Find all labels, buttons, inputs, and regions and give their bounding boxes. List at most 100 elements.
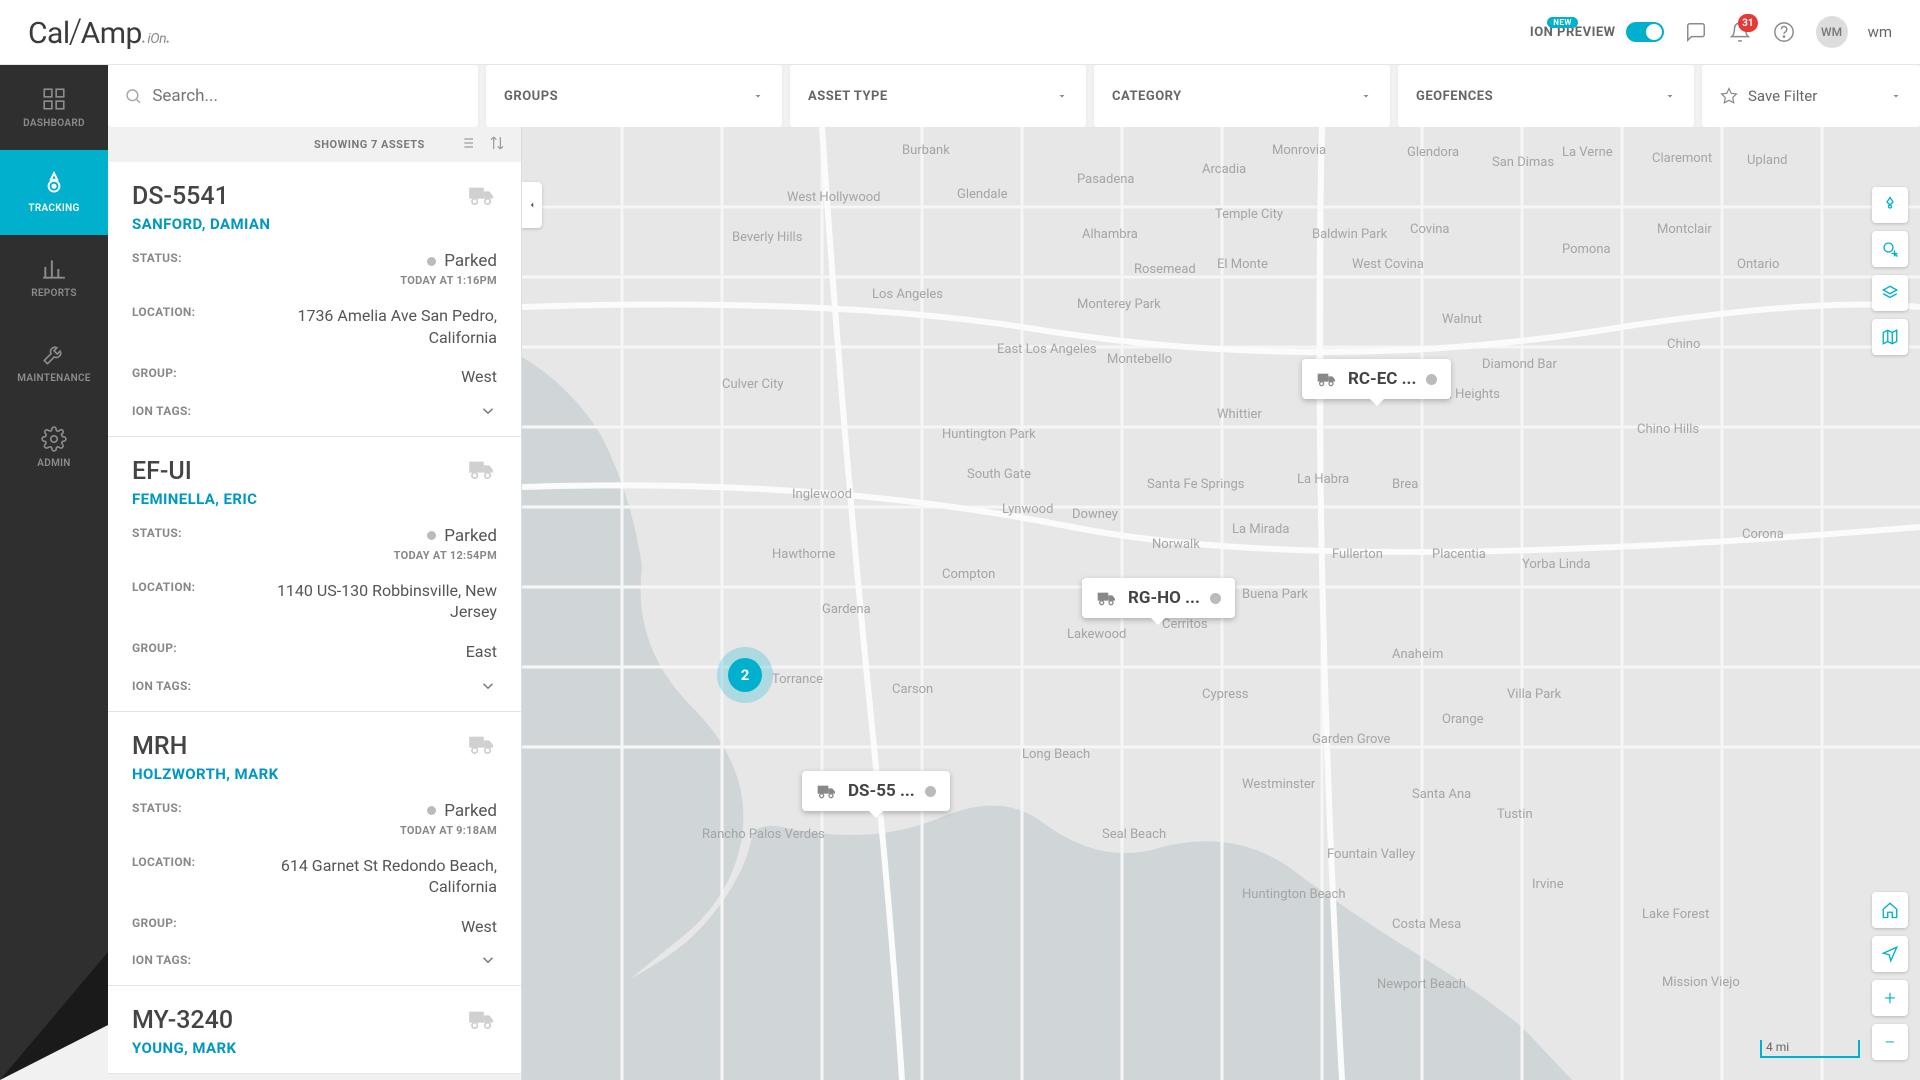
marker-label: DS-55 ...: [848, 781, 915, 801]
search-box[interactable]: [108, 65, 478, 127]
map-locate-button[interactable]: [1872, 936, 1908, 972]
asset-person: SANFORD, DAMIAN: [132, 215, 497, 233]
ion-tags-label: ION TAGS:: [132, 953, 191, 967]
asset-person: HOLZWORTH, MARK: [132, 765, 497, 783]
notif-count-badge: 31: [1738, 14, 1757, 32]
group-value: East: [232, 641, 497, 663]
map-marker[interactable]: RG-HO ...: [1082, 578, 1235, 618]
asset-card[interactable]: MRH HOLZWORTH, MARK STATUS: Parked TODAY…: [108, 712, 521, 987]
location-label: LOCATION:: [132, 305, 232, 319]
group-label: GROUP:: [132, 366, 232, 380]
ion-preview-toggle[interactable]: [1626, 22, 1664, 42]
asset-card[interactable]: MY-3240 YOUNG, MARK: [108, 986, 521, 1074]
marker-label: RC-EC ...: [1348, 369, 1416, 389]
group-label: GROUP:: [132, 641, 232, 655]
asset-person: FEMINELLA, ERIC: [132, 490, 497, 508]
status-label: STATUS:: [132, 526, 232, 540]
app-header: Cal/Amp●iOn● NEW ION PREVIEW 31 WM wm: [0, 0, 1920, 65]
asset-card[interactable]: EF-UI FEMINELLA, ERIC STATUS: Parked TOD…: [108, 437, 521, 712]
filter-bar: GROUPS ASSET TYPE CATEGORY GEOFENCES Sav…: [108, 65, 1920, 127]
filter-category-label: CATEGORY: [1112, 89, 1182, 104]
location-label: LOCATION:: [132, 580, 232, 594]
asset-id: EF-UI: [132, 457, 192, 486]
ion-tags-label: ION TAGS:: [132, 404, 191, 418]
sort-icon[interactable]: [489, 135, 505, 155]
save-filter[interactable]: Save Filter: [1702, 65, 1920, 127]
tracking-icon: [41, 171, 67, 197]
nav-tracking-label: TRACKING: [28, 203, 79, 214]
filter-groups[interactable]: GROUPS: [486, 65, 782, 127]
marker-status-dot: [1210, 593, 1221, 604]
ion-preview-toggle-group: NEW ION PREVIEW: [1489, 22, 1663, 42]
chevron-down-icon: [752, 90, 764, 102]
status-dot: [427, 806, 436, 815]
location-value: 1140 US-130 Robbinsville, New Jersey: [232, 580, 497, 623]
map-canvas[interactable]: BurbankGlendalePasadenaArcadiaMonroviaGl…: [522, 127, 1920, 1080]
map-cluster[interactable]: 2: [717, 647, 773, 703]
status-value: Parked: [444, 526, 497, 546]
marker-status-dot: [1426, 374, 1437, 385]
map-marker[interactable]: RC-EC ...: [1302, 359, 1451, 399]
left-nav: DASHBOARD TRACKING REPORTS MAINTENANCE A…: [0, 65, 108, 1080]
asset-list-panel: SHOWING 7 ASSETS DS-5541 SANFORD, DAMIAN…: [108, 127, 522, 1080]
user-name: wm: [1868, 23, 1892, 41]
filter-geofences-label: GEOFENCES: [1416, 89, 1493, 104]
filter-asset-type[interactable]: ASSET TYPE: [790, 65, 1086, 127]
map-layers-tool[interactable]: [1872, 275, 1908, 311]
filter-category[interactable]: CATEGORY: [1094, 65, 1390, 127]
ion-tags-row[interactable]: ION TAGS:: [132, 951, 497, 969]
map-layer-controls: [1872, 187, 1908, 355]
maintenance-icon: [41, 341, 67, 367]
map-marker[interactable]: DS-55 ...: [802, 771, 950, 811]
nav-dashboard[interactable]: DASHBOARD: [0, 65, 108, 150]
group-value: West: [232, 366, 497, 388]
star-icon: [1720, 87, 1738, 105]
ion-tags-row[interactable]: ION TAGS:: [132, 402, 497, 420]
asset-card[interactable]: DS-5541 SANFORD, DAMIAN STATUS: Parked T…: [108, 162, 521, 437]
search-input[interactable]: [152, 86, 462, 106]
list-view-icon[interactable]: [459, 135, 475, 155]
nav-maintenance[interactable]: MAINTENANCE: [0, 320, 108, 405]
map-pin-add-tool[interactable]: [1872, 231, 1908, 267]
map-zoom-in[interactable]: +: [1872, 980, 1908, 1016]
asset-id: MY-3240: [132, 1006, 233, 1035]
status-value: Parked: [444, 251, 497, 271]
bell-icon[interactable]: 31: [1728, 20, 1752, 44]
nav-tracking[interactable]: TRACKING: [0, 150, 108, 235]
ion-tags-label: ION TAGS:: [132, 679, 191, 693]
filter-geofences[interactable]: GEOFENCES: [1398, 65, 1694, 127]
marker-label: RG-HO ...: [1128, 588, 1200, 608]
collapse-panel-button[interactable]: [522, 182, 542, 228]
user-avatar[interactable]: WM: [1816, 16, 1848, 48]
truck-icon: [467, 184, 497, 210]
asset-person: YOUNG, MARK: [132, 1039, 497, 1057]
status-label: STATUS:: [132, 251, 232, 265]
status-value: Parked: [444, 801, 497, 821]
help-icon[interactable]: [1772, 20, 1796, 44]
admin-icon: [41, 426, 67, 452]
map-home-button[interactable]: [1872, 892, 1908, 928]
nav-admin[interactable]: ADMIN: [0, 405, 108, 490]
map-style-tool[interactable]: [1872, 319, 1908, 355]
status-time: TODAY AT 9:18AM: [400, 824, 497, 837]
asset-id: MRH: [132, 732, 187, 761]
location-value: 1736 Amelia Ave San Pedro, California: [232, 305, 497, 348]
map-scale: 4 mi: [1760, 1040, 1860, 1058]
map-zoom-out[interactable]: −: [1872, 1024, 1908, 1060]
chat-icon[interactable]: [1684, 20, 1708, 44]
nav-reports[interactable]: REPORTS: [0, 235, 108, 320]
status-dot: [427, 257, 436, 266]
reports-icon: [41, 256, 67, 282]
status-time: TODAY AT 1:16PM: [400, 274, 497, 287]
asset-id: DS-5541: [132, 182, 229, 211]
new-badge: NEW: [1547, 17, 1578, 28]
search-icon: [124, 86, 142, 106]
ion-tags-row[interactable]: ION TAGS:: [132, 677, 497, 695]
group-value: West: [232, 916, 497, 938]
truck-icon: [467, 1008, 497, 1034]
chevron-down-icon: [1890, 90, 1902, 102]
map-pin-tool[interactable]: [1872, 187, 1908, 223]
status-label: STATUS:: [132, 801, 232, 815]
chevron-down-icon: [1360, 90, 1372, 102]
chevron-down-icon: [1664, 90, 1676, 102]
